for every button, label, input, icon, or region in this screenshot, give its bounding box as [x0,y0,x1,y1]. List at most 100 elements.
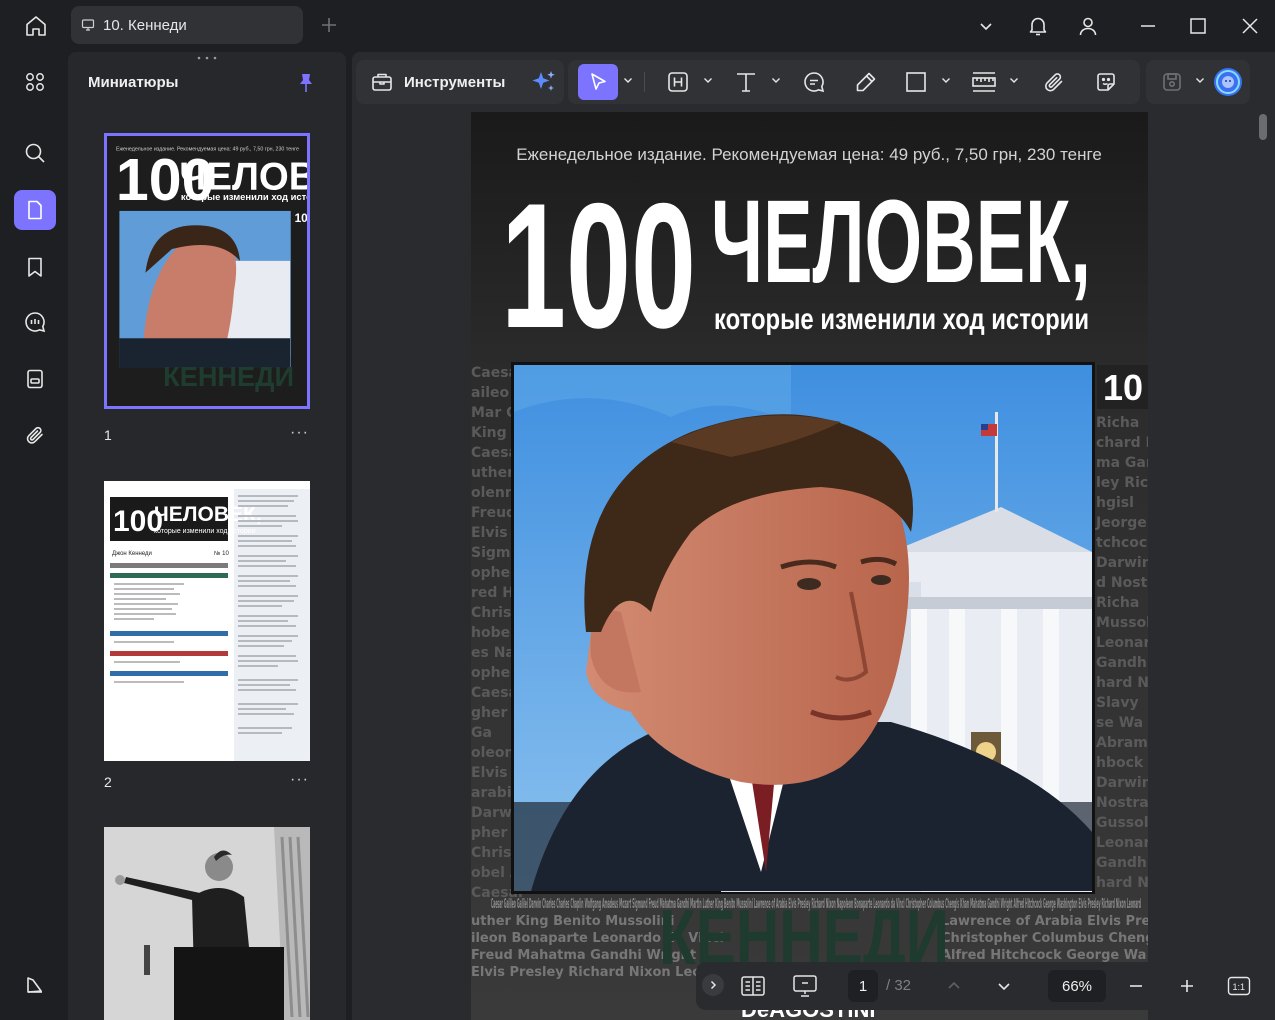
attachments-button[interactable] [14,415,56,455]
svg-text:Elvis: Elvis [471,525,508,541]
highlight-tool-dropdown[interactable] [702,74,714,86]
save-button[interactable] [1154,64,1190,100]
page-icon [28,200,42,220]
measure-tool-button[interactable] [966,64,1002,100]
comments-button[interactable] [14,302,56,342]
svg-text:Richa: Richa [1096,595,1139,611]
form-icon [27,369,43,389]
paperclip-icon [1044,73,1063,92]
svg-text:oleon: oleon [471,745,515,761]
svg-text:uther King Benito Mussolini: uther King Benito Mussolini [471,914,674,929]
price-line: Еженедельное издание. Рекомендуемая цена… [516,145,1102,164]
panel-drag-handle[interactable] [196,55,218,61]
collapse-bar-button[interactable] [702,974,724,996]
chevron-down-icon [772,78,780,83]
document-tab[interactable]: 10. Кеннеди [71,6,303,44]
chevron-right-icon [710,980,717,990]
page-thumbnail-1[interactable]: Еженедельное издание. Рекомендуемая цена… [104,133,310,409]
svg-text:ma Gan: ma Gan [1096,455,1148,471]
zoom-in-button[interactable] [1173,972,1201,1000]
svg-text:Leonard: Leonard [1096,635,1148,651]
svg-text:Nostra: Nostra [1096,795,1148,811]
previous-page-button[interactable] [940,972,968,1000]
notifications-button[interactable] [1022,10,1054,42]
chevron-down-icon [1010,78,1018,83]
highlight-tool-button[interactable] [660,64,696,100]
svg-text:Jeorge Wa: Jeorge Wa [1095,515,1148,531]
text-tool-dropdown[interactable] [770,74,782,86]
rectangle-icon [906,72,926,92]
text-tool-button[interactable] [728,64,764,100]
page-layout-button[interactable] [736,970,770,1002]
theme-button[interactable] [14,964,56,1004]
save-icon [1163,73,1181,91]
search-button[interactable] [14,133,56,173]
vertical-scrollbar-thumb[interactable] [1259,114,1267,140]
bookmarks-button[interactable] [14,247,56,287]
minimize-icon [1141,25,1155,27]
svg-text:Richa: Richa [1096,415,1139,431]
svg-text:se Wa: se Wa [1096,715,1143,731]
svg-text:Mussolin: Mussolin [1096,615,1148,631]
chevron-down-icon [1196,78,1204,83]
home-button[interactable] [14,8,58,44]
tools-menu-button[interactable]: Инструменты [356,60,564,104]
current-page-input[interactable]: 1 [848,970,878,1002]
annotation-tools [568,60,1140,104]
thumbnail-2-more-button[interactable]: ··· [290,771,309,789]
next-page-button[interactable] [990,972,1018,1000]
left-rail [0,52,68,1020]
measure-tool-dropdown[interactable] [1008,74,1020,86]
pin-panel-button[interactable] [292,70,320,96]
page-thumbnail-2[interactable]: 100 ЧЕЛОВЕК, которые изменили ход истори… [104,481,310,761]
slideshow-button[interactable] [788,970,822,1002]
ruler-icon [972,72,996,92]
svg-text:которые изменили ход истории: которые изменили ход истории [181,192,307,203]
zoom-out-button[interactable] [1122,972,1150,1000]
pencil-tool-button[interactable] [848,64,884,100]
svg-text:hobel: hobel [471,625,515,641]
svg-text:Gussolini: Gussolini [1096,815,1148,831]
select-tool-button[interactable] [578,64,618,100]
two-page-icon [741,976,765,996]
svg-text:d Nostr: d Nostr [1096,575,1148,591]
apps-button[interactable] [14,62,56,102]
actual-size-button[interactable]: 1:1 [1224,972,1254,1000]
new-tab-button[interactable] [314,10,344,40]
sticker-tool-button[interactable] [1088,64,1124,100]
tab-list-button[interactable] [972,12,1000,40]
right-toolbar [1146,60,1250,104]
svg-text:10: 10 [295,211,307,225]
forms-button[interactable] [14,359,56,399]
minus-icon [1130,985,1142,987]
close-button[interactable] [1234,10,1266,42]
svg-text:Abramb: Abramb [1096,735,1148,751]
svg-text:Caesa: Caesa [471,685,518,701]
zoom-level[interactable]: 66% [1048,970,1106,1002]
attach-tool-button[interactable] [1036,64,1072,100]
total-pages: / 32 [886,977,912,994]
maximize-button[interactable] [1182,10,1214,42]
thumbnails-button[interactable] [14,190,56,230]
svg-text:Darwin: Darwin [1096,555,1148,571]
thumbnail-1-label: 1 [104,427,112,443]
shape-tool-button[interactable] [898,64,934,100]
minimize-button[interactable] [1132,10,1164,42]
chevron-down-icon [942,78,950,83]
comment-tool-button[interactable] [796,64,832,100]
page-thumbnail-3[interactable] [104,827,310,1020]
svg-text:Freud: Freud [471,505,516,521]
ai-assistant-button[interactable] [1212,66,1244,98]
home-icon [26,16,46,36]
svg-text:Lawrence of Arabia Elvis Presl: Lawrence of Arabia Elvis Presley Richa [941,914,1148,929]
account-button[interactable] [1072,10,1104,42]
save-dropdown[interactable] [1194,74,1206,86]
thumbnail-1-more-button[interactable]: ··· [290,424,309,442]
user-icon [1079,17,1097,36]
svg-text:hgisl: hgisl [1096,495,1134,511]
shape-tool-dropdown[interactable] [940,74,952,86]
svg-text:Gandhi: Gandhi [1096,855,1148,871]
svg-text:Gandhi: Gandhi [1096,655,1148,671]
main-toolbar: Инструменты [352,56,1252,108]
select-tool-dropdown[interactable] [622,74,634,86]
